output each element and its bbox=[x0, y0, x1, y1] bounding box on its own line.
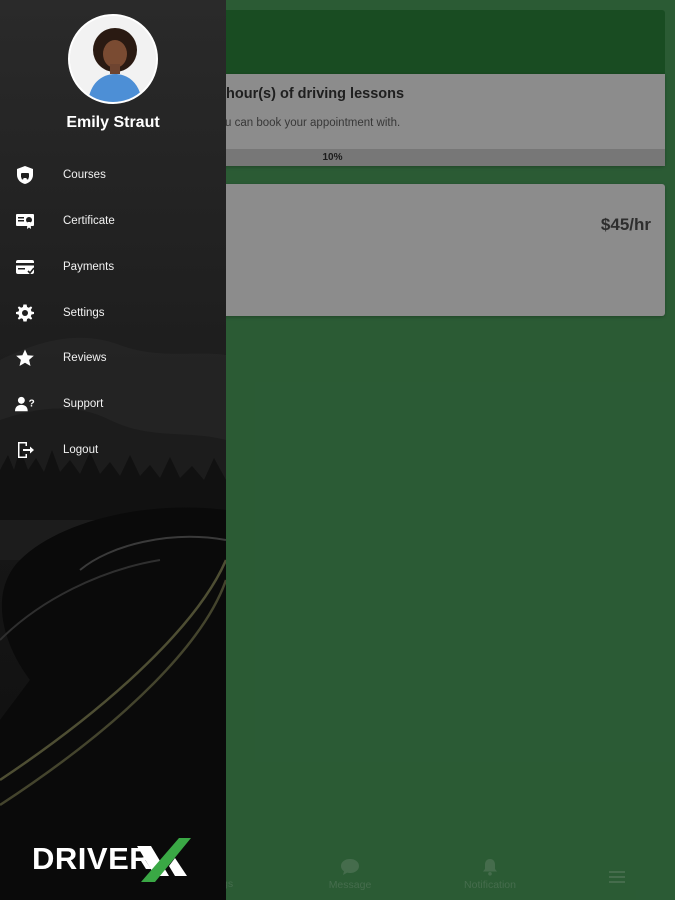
driverx-logo: DRIVER bbox=[32, 838, 202, 884]
menu-item-logout[interactable]: Logout bbox=[0, 430, 226, 470]
logout-icon bbox=[15, 440, 35, 460]
certificate-icon bbox=[15, 211, 35, 231]
credit-card-icon bbox=[15, 257, 35, 277]
menu-label-courses: Courses bbox=[63, 169, 106, 181]
svg-text:?: ? bbox=[29, 399, 35, 410]
menu-label-settings: Settings bbox=[63, 307, 105, 319]
menu-label-payments: Payments bbox=[63, 261, 115, 273]
menu-item-certificate[interactable]: Certificate bbox=[0, 201, 226, 241]
menu-label-logout: Logout bbox=[63, 444, 99, 456]
logo-x-mark bbox=[137, 838, 191, 882]
menu-label-certificate: Certificate bbox=[63, 215, 115, 227]
user-name: Emily Straut bbox=[66, 114, 160, 131]
menu-item-courses[interactable]: Courses bbox=[0, 155, 226, 195]
profile-photo bbox=[70, 16, 156, 102]
menu-item-support[interactable]: ? Support bbox=[0, 384, 226, 424]
menu-item-payments[interactable]: Payments bbox=[0, 247, 226, 287]
navigation-drawer: Emily Straut Courses Certificate Payment… bbox=[0, 0, 226, 900]
menu-label-reviews: Reviews bbox=[63, 352, 107, 364]
star-icon bbox=[15, 348, 35, 368]
user-avatar[interactable] bbox=[68, 14, 158, 104]
shield-car-icon bbox=[15, 165, 35, 185]
menu-item-reviews[interactable]: Reviews bbox=[0, 338, 226, 378]
gear-icon bbox=[15, 303, 35, 323]
menu-label-support: Support bbox=[63, 398, 104, 410]
menu-item-settings[interactable]: Settings bbox=[0, 293, 226, 333]
user-question-icon: ? bbox=[15, 394, 35, 414]
